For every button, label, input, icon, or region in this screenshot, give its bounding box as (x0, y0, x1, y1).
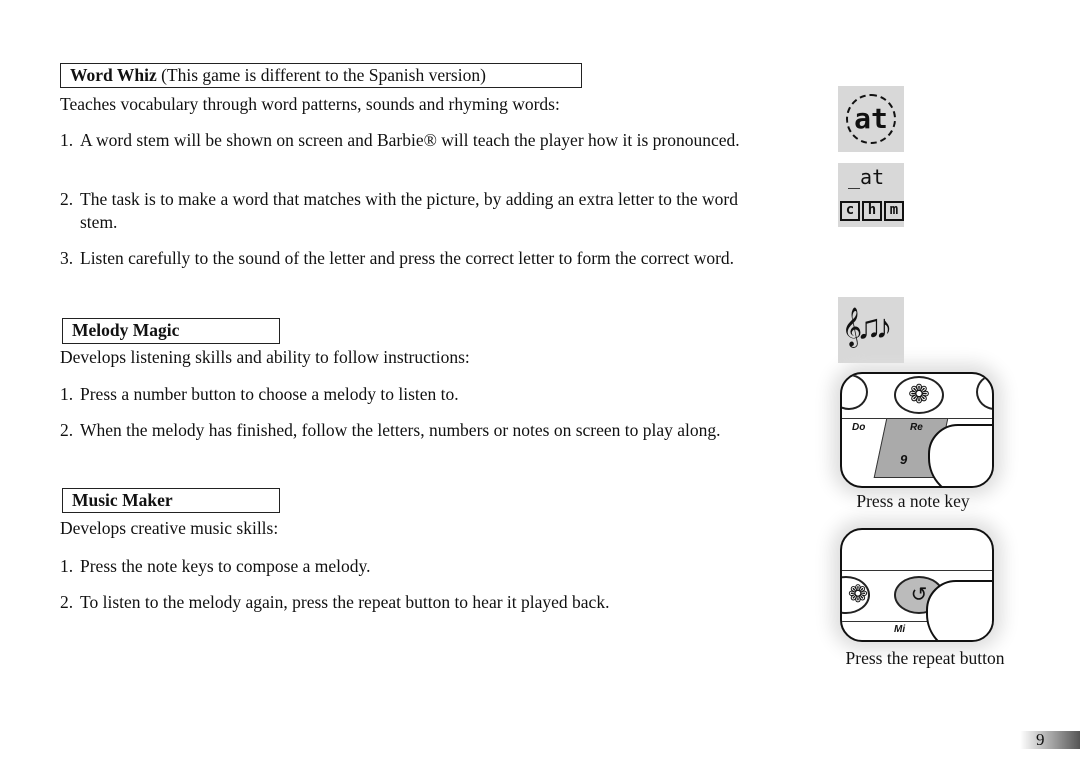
word-whiz-title: Word Whiz (70, 65, 157, 85)
list-item: 2. To listen to the melody again, press t… (60, 591, 770, 614)
key-label: Mi (894, 624, 906, 635)
item-number: 2. (60, 420, 74, 440)
word-whiz-note: (This game is different to the Spanish v… (156, 65, 486, 85)
item-text: Press the note keys to compose a melody. (80, 556, 371, 576)
list-item: 3. Listen carefully to the sound of the l… (60, 247, 770, 270)
letter-choice: h (862, 201, 882, 221)
list-item: 1. Press a number button to choose a melo… (60, 383, 770, 406)
note-key-illustration: ❁ Do Re 9 Mi (840, 372, 994, 488)
repeat-caption: Press the repeat button (845, 648, 1005, 668)
note-key-caption: Press a note key (856, 491, 970, 511)
item-text: Listen carefully to the sound of the let… (80, 248, 735, 268)
page-number: 9 (1020, 730, 1080, 749)
list-item: 2. When the melody has finished, follow t… (60, 419, 770, 442)
word-stem-screen-image: _at c h m (838, 163, 904, 227)
letter-choice: c (840, 201, 860, 221)
word-whiz-heading: Word Whiz (This game is different to the… (60, 63, 582, 88)
music-notes-screen-image: 𝄞♫♪ (838, 297, 904, 363)
item-text: Press a number button to choose a melody… (80, 384, 459, 404)
item-number: 1. (60, 130, 74, 150)
item-number: 2. (60, 189, 74, 209)
item-number: 1. (60, 556, 74, 576)
at-screen-image: at (838, 86, 904, 152)
item-number: 3. (60, 248, 74, 268)
item-number: 1. (60, 384, 74, 404)
music-maker-title: Music Maker (72, 490, 173, 510)
repeat-illustration: ❁ ↺ Mi (840, 528, 994, 642)
item-text: When the melody has finished, follow the… (80, 420, 721, 440)
word-whiz-intro: Teaches vocabulary through word patterns… (60, 94, 560, 114)
item-text: To listen to the melody again, press the… (80, 592, 610, 612)
list-item: 2. The task is to make a word that matche… (60, 188, 770, 234)
melody-magic-title: Melody Magic (72, 320, 180, 340)
item-text: The task is to make a word that matches … (80, 189, 738, 232)
list-item: 1. Press the note keys to compose a melod… (60, 555, 770, 578)
list-item: 1. A word stem will be shown on screen an… (60, 129, 770, 152)
page-number-text: 9 (1036, 730, 1045, 749)
music-maker-intro: Develops creative music skills: (60, 518, 279, 538)
item-number: 2. (60, 592, 74, 612)
item-text: A word stem will be shown on screen and … (80, 130, 740, 150)
key-label: Re (910, 422, 923, 433)
finger-icon (926, 580, 992, 640)
finger-icon (928, 424, 992, 486)
key-label: Do (852, 422, 866, 433)
music-notes-icon: 𝄞♫♪ (842, 309, 893, 346)
music-maker-heading: Music Maker (62, 488, 280, 513)
melody-magic-heading: Melody Magic (62, 318, 280, 344)
word-stem: _at (848, 165, 885, 189)
letter-choices: c h m (840, 201, 904, 221)
key-label: 9 (900, 452, 908, 467)
flower-button-icon: ❁ (894, 376, 944, 414)
melody-magic-intro: Develops listening skills and ability to… (60, 347, 470, 367)
at-icon: at (846, 94, 896, 144)
letter-choice: m (884, 201, 904, 221)
